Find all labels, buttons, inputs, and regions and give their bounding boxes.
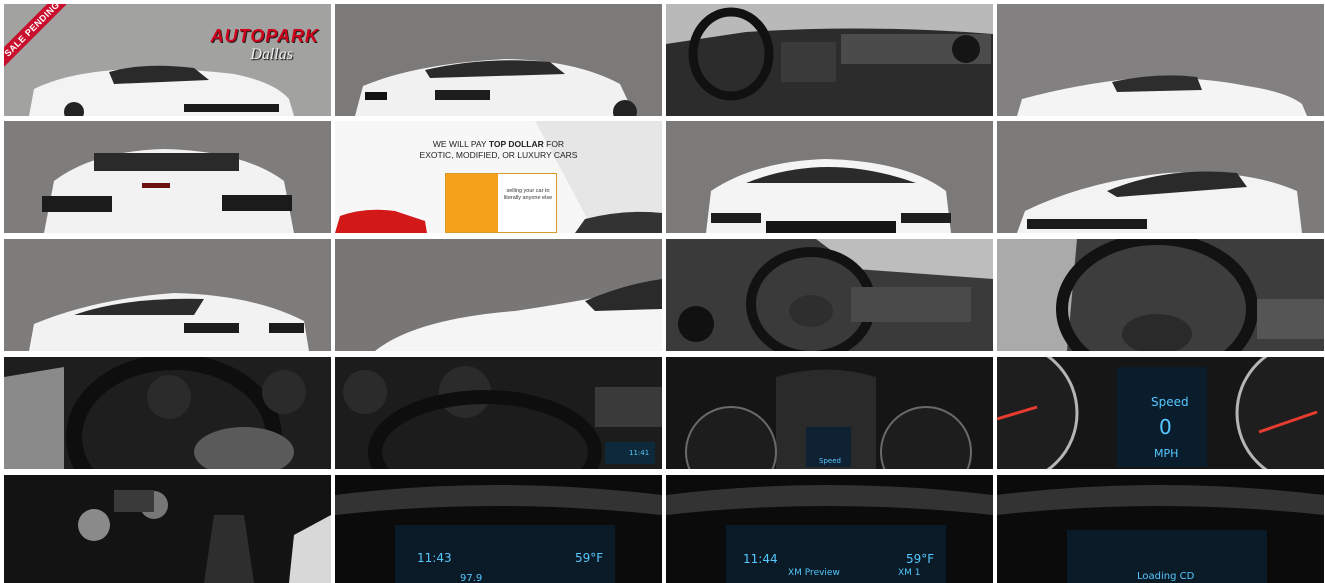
photo-thumbnail-10[interactable] <box>335 239 662 351</box>
radio-display-photo-2 <box>666 475 993 583</box>
photo-thumbnail-3[interactable] <box>666 4 993 116</box>
photo-thumbnail-8[interactable] <box>997 121 1324 233</box>
photo-thumbnail-20[interactable]: Loading CD <box>997 475 1324 583</box>
photo-thumbnail-9[interactable] <box>4 239 331 351</box>
cluster-speed-value: 0 <box>1159 415 1172 439</box>
center-console-shifter-photo <box>4 475 331 583</box>
car-front-photo <box>666 121 993 233</box>
photo-thumbnail-11[interactable] <box>666 239 993 351</box>
photo-thumbnail-7[interactable] <box>666 121 993 233</box>
small-radio-time: 11:41 <box>629 449 650 457</box>
photo-thumbnail-1[interactable]: SALE PENDING AUTOPARK Dallas <box>4 4 331 116</box>
photo-thumbnail-18[interactable]: 11:43 59°F 97.9 <box>335 475 662 583</box>
photo-thumbnail-4[interactable] <box>997 4 1324 116</box>
radio2-temp: 59°F <box>906 552 935 566</box>
car-rear-photo <box>4 121 331 233</box>
radio2-time: 11:44 <box>743 552 778 566</box>
photo-thumbnail-16[interactable]: Speed 0 MPH <box>997 357 1324 469</box>
instrument-cluster-photo <box>666 357 993 469</box>
photo-thumbnail-14[interactable]: 11:41 <box>335 357 662 469</box>
radio1-temp: 59°F <box>575 551 604 565</box>
car-side-profile-photo <box>997 4 1324 116</box>
photo-thumbnail-17[interactable] <box>4 475 331 583</box>
photo-thumbnail-12[interactable] <box>997 239 1324 351</box>
dealer-logo-title: AUTOPARK <box>210 26 319 46</box>
photo-gallery: SALE PENDING AUTOPARK Dallas WE WILL PAY… <box>0 0 1325 583</box>
photo-thumbnail-6[interactable]: WE WILL PAY TOP DOLLAR FOR EXOTIC, MODIF… <box>335 121 662 233</box>
radio-display-photo-1 <box>335 475 662 583</box>
radio2-channel: XM 1 <box>898 568 921 578</box>
promo-meme: selling your car to literally anyone els… <box>445 173 557 233</box>
radio1-time: 11:43 <box>417 551 452 565</box>
meme-image <box>446 174 498 232</box>
car-hood-closeup-photo <box>335 239 662 351</box>
radio-display-photo-3 <box>997 475 1324 583</box>
radio2-station: XM Preview <box>788 568 840 578</box>
radio1-frequency: 97.9 <box>460 573 483 583</box>
steering-wheel-closeup-photo <box>997 239 1324 351</box>
radio3-status: Loading CD <box>1137 571 1195 582</box>
photo-thumbnail-2[interactable] <box>335 4 662 116</box>
cluster-speed-label-small: Speed <box>819 457 841 465</box>
interior-dashboard-photo <box>666 4 993 116</box>
car-rear-three-quarter-photo <box>335 4 662 116</box>
cluster-speed-label: Speed <box>1151 395 1189 409</box>
car-rear-angle-photo <box>4 239 331 351</box>
meme-caption: selling your car to literally anyone els… <box>503 188 553 201</box>
photo-thumbnail-15[interactable]: Speed <box>666 357 993 469</box>
gauge-cluster-wheel-photo <box>4 357 331 469</box>
promo-headline: WE WILL PAY TOP DOLLAR FOR EXOTIC, MODIF… <box>419 139 578 160</box>
gauge-cluster-side-photo <box>335 357 662 469</box>
cluster-speed-unit: MPH <box>1154 447 1179 460</box>
dealer-logo-subtitle: Dallas <box>250 46 293 63</box>
photo-thumbnail-13[interactable] <box>4 357 331 469</box>
photo-thumbnail-19[interactable]: 11:44 59°F XM Preview XM 1 <box>666 475 993 583</box>
photo-thumbnail-5[interactable] <box>4 121 331 233</box>
steering-wheel-dash-photo <box>666 239 993 351</box>
car-front-angle-photo <box>997 121 1324 233</box>
